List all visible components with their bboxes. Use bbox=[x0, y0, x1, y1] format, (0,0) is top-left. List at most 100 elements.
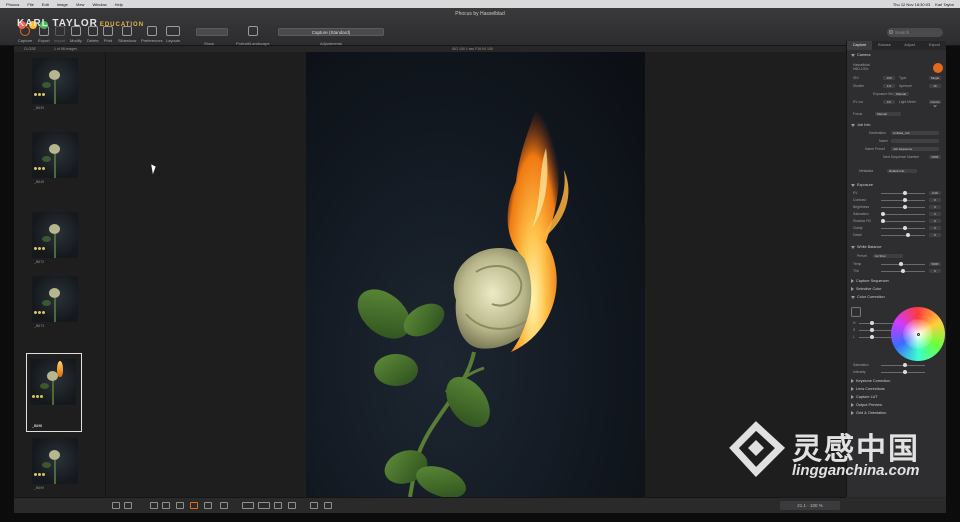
slider-handle[interactable] bbox=[906, 233, 911, 237]
slider-track[interactable] bbox=[881, 235, 925, 236]
name-preset-value[interactable]: Job Sequence bbox=[891, 147, 939, 151]
slider-handle[interactable] bbox=[898, 262, 903, 266]
eyedropper-icon[interactable] bbox=[851, 307, 861, 317]
thumbnail-item[interactable]: _B639 bbox=[28, 56, 94, 134]
slider-track[interactable] bbox=[881, 264, 925, 265]
menu-window[interactable]: Window bbox=[92, 2, 106, 7]
white-balance-header[interactable]: White Balance bbox=[851, 245, 881, 249]
menu-file[interactable]: File bbox=[27, 2, 33, 7]
color-wheel[interactable] bbox=[891, 307, 945, 361]
straighten-tool-icon[interactable] bbox=[162, 502, 170, 509]
keystone-header[interactable]: Keystone Correction bbox=[851, 379, 890, 383]
crop-tool-icon[interactable] bbox=[150, 502, 158, 509]
slider-value[interactable]: 0 bbox=[929, 226, 941, 230]
wb-preset-value[interactable]: As Shot bbox=[873, 254, 903, 258]
slider-value[interactable]: 0 bbox=[929, 198, 941, 202]
slider-value[interactable]: 0 bbox=[929, 205, 941, 209]
rating-stars[interactable] bbox=[34, 167, 45, 170]
menu-view[interactable]: View bbox=[76, 2, 85, 7]
print-button[interactable]: Print bbox=[103, 26, 113, 43]
thumbnail-item-selected[interactable]: _B698 bbox=[26, 353, 82, 432]
tab-browse[interactable]: Browse bbox=[872, 41, 897, 50]
close-browser-link[interactable]: CLOSE bbox=[24, 47, 36, 51]
iso-value[interactable]: 100 bbox=[883, 76, 895, 80]
slider-handle[interactable] bbox=[870, 328, 875, 332]
metadata-value[interactable]: Default Info bbox=[887, 169, 917, 173]
capture-lut-header[interactable]: Capture LUT bbox=[851, 395, 878, 399]
rating-stars[interactable] bbox=[34, 247, 45, 250]
slider-handle[interactable] bbox=[901, 269, 905, 273]
thumbnail-item[interactable]: _B645 bbox=[28, 130, 94, 208]
compare-view-icon[interactable] bbox=[124, 502, 132, 509]
next-image-icon[interactable] bbox=[324, 502, 332, 509]
burning-rose-photo[interactable] bbox=[306, 52, 645, 497]
slider-value[interactable]: 0 bbox=[929, 269, 941, 273]
slider-value[interactable]: 0 bbox=[929, 219, 941, 223]
ev-cor-value[interactable]: 0.0 bbox=[883, 100, 895, 104]
menu-edit[interactable]: Edit bbox=[42, 2, 49, 7]
previous-image-icon[interactable] bbox=[310, 502, 318, 509]
color-wheel-handle[interactable] bbox=[917, 333, 920, 336]
capture-sequencer-header[interactable]: Capture Sequencer bbox=[851, 279, 889, 283]
rating-stars[interactable] bbox=[34, 473, 45, 476]
export-button[interactable]: Export bbox=[38, 26, 50, 43]
overlay-icon[interactable] bbox=[258, 502, 270, 509]
base-characteristics-header[interactable]: Color Correction bbox=[851, 295, 885, 299]
preferences-button[interactable]: Preferences bbox=[141, 26, 163, 43]
slider-handle[interactable] bbox=[903, 205, 908, 209]
slider-handle[interactable] bbox=[881, 212, 886, 216]
slider-value[interactable]: 0 bbox=[929, 233, 941, 237]
rating-stars[interactable] bbox=[32, 395, 43, 398]
destination-value[interactable]: Untitled_Job bbox=[891, 131, 939, 135]
thumbnail-item[interactable]: _B673 bbox=[28, 274, 94, 352]
slider-handle[interactable] bbox=[903, 363, 908, 367]
exposure-mode-value[interactable]: Manual bbox=[893, 92, 909, 96]
output-preview-header[interactable]: Output Preview bbox=[851, 403, 882, 407]
slider-handle[interactable] bbox=[870, 321, 875, 325]
show-selector[interactable] bbox=[196, 28, 228, 36]
slider-track[interactable] bbox=[881, 221, 925, 222]
delete-button[interactable]: Delete bbox=[87, 26, 99, 43]
slider-handle[interactable] bbox=[903, 370, 908, 374]
light-meter-value[interactable]: Centre W bbox=[929, 100, 941, 108]
job-info-header[interactable]: Job Info bbox=[851, 123, 871, 127]
tab-capture[interactable]: Capture bbox=[847, 41, 872, 50]
slider-handle[interactable] bbox=[903, 191, 908, 195]
hand-tool-icon[interactable] bbox=[204, 502, 212, 509]
slider-value[interactable]: 5000 bbox=[929, 262, 941, 266]
rating-stars[interactable] bbox=[34, 311, 45, 314]
tab-export[interactable]: Export bbox=[922, 41, 946, 50]
adjustments-selector[interactable]: Capture (Standard) bbox=[278, 28, 384, 36]
lens-corrections-header[interactable]: Lens Corrections bbox=[851, 387, 885, 391]
search-input[interactable]: Search bbox=[887, 28, 943, 37]
menu-image[interactable]: Image bbox=[57, 2, 68, 7]
layouts-button[interactable]: Layouts bbox=[166, 26, 180, 43]
menu-help[interactable]: Help bbox=[115, 2, 123, 7]
rating-stars[interactable] bbox=[34, 93, 45, 96]
focus-value[interactable]: Manual bbox=[875, 112, 901, 116]
loupe-icon[interactable] bbox=[242, 502, 254, 509]
sequence-value[interactable]: 0699 bbox=[929, 155, 941, 159]
aperture-value[interactable]: 16 bbox=[929, 84, 941, 88]
slider-handle[interactable] bbox=[903, 198, 908, 202]
capture-button[interactable]: Capture bbox=[18, 26, 32, 43]
portrait-landscape-button[interactable] bbox=[248, 26, 258, 36]
capture-shutter-button[interactable] bbox=[933, 63, 943, 73]
exposure-header[interactable]: Exposure bbox=[851, 183, 873, 187]
thumbnail-item[interactable]: _B699 bbox=[28, 436, 94, 497]
picker-tool-icon[interactable] bbox=[176, 502, 184, 509]
slider-handle[interactable] bbox=[881, 219, 886, 223]
slideshow-button[interactable]: Slideshow bbox=[118, 26, 136, 43]
zoom-tool-icon[interactable] bbox=[220, 502, 228, 509]
grid-orientation-header[interactable]: Grid & Orientation bbox=[851, 411, 886, 415]
name-value[interactable] bbox=[891, 139, 939, 143]
slider-handle[interactable] bbox=[870, 335, 875, 339]
brush-tool-icon[interactable] bbox=[190, 502, 198, 509]
menubar-user[interactable]: Karl Taylor bbox=[935, 2, 954, 7]
tab-adjust[interactable]: Adjust bbox=[897, 41, 922, 50]
modify-button[interactable]: Modify bbox=[70, 26, 82, 43]
single-view-icon[interactable] bbox=[112, 502, 120, 509]
selective-color-header[interactable]: Selective Color bbox=[851, 287, 882, 291]
zoom-readout[interactable]: 21.1 · 100 % bbox=[780, 501, 840, 510]
type-value[interactable]: Single bbox=[929, 76, 941, 80]
